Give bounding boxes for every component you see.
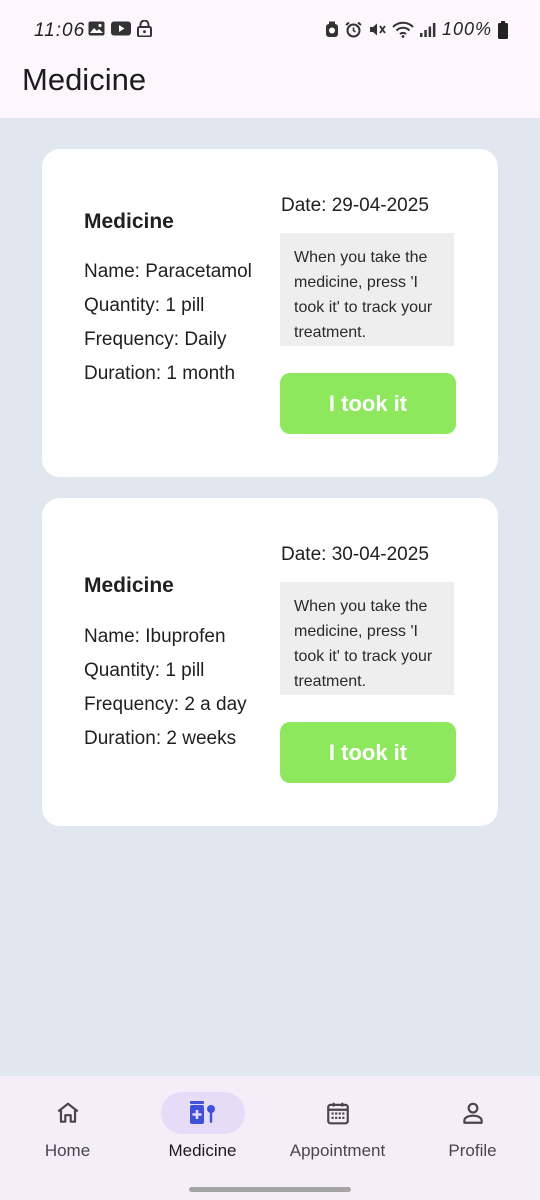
nav-label: Medicine <box>168 1141 237 1160</box>
medicine-icon <box>189 1101 215 1124</box>
person-icon <box>462 1102 483 1124</box>
medicine-details: Name: Ibuprofen Quantity: 1 pill Frequen… <box>84 620 264 756</box>
battery-icon <box>498 20 508 39</box>
medicine-frequency: Frequency: 2 a day <box>84 694 247 715</box>
gallery-icon <box>88 21 105 36</box>
nav-label: Appointment <box>289 1141 386 1160</box>
i-took-it-button[interactable]: I took it <box>280 373 456 434</box>
i-took-it-button[interactable]: I took it <box>280 722 456 783</box>
medicine-quantity: Quantity: 1 pill <box>84 295 205 316</box>
nav-profile[interactable]: Profile <box>405 1076 540 1176</box>
status-left-icons <box>88 20 152 37</box>
bottom-navigation: Home Medicine Appointment Profile <box>0 1076 540 1200</box>
medicine-duration: Duration: 2 weeks <box>84 728 237 749</box>
app-bar: Medicine <box>0 60 540 118</box>
nav-medicine[interactable]: Medicine <box>135 1076 270 1176</box>
status-right-icons: 100% <box>325 19 508 40</box>
medicine-name: Name: Paracetamol <box>84 261 252 282</box>
status-time: 11:06 <box>34 20 86 41</box>
instruction-note: When you take the medicine, press 'I too… <box>280 233 454 346</box>
medicine-frequency: Frequency: Daily <box>84 329 227 350</box>
medicine-card: Medicine Name: Ibuprofen Quantity: 1 pil… <box>42 498 498 826</box>
card-heading: Medicine <box>84 574 174 597</box>
mute-icon <box>369 23 386 36</box>
alarm-icon <box>345 21 362 38</box>
card-heading: Medicine <box>84 210 174 233</box>
home-icon <box>57 1102 78 1123</box>
medicine-name: Name: Ibuprofen <box>84 626 226 647</box>
nav-label: Profile <box>448 1141 497 1160</box>
status-bar: 11:06 100% <box>0 0 540 60</box>
medicine-quantity: Quantity: 1 pill <box>84 660 205 681</box>
medicine-duration: Duration: 1 month <box>84 363 236 384</box>
youtube-icon <box>111 21 131 36</box>
page-title: Medicine <box>22 62 147 97</box>
medicine-date: Date: 30-04-2025 <box>281 544 429 565</box>
instruction-note: When you take the medicine, press 'I too… <box>280 582 454 695</box>
medicine-date: Date: 29-04-2025 <box>281 195 429 216</box>
medicine-details: Name: Paracetamol Quantity: 1 pill Frequ… <box>84 255 264 391</box>
signal-icon <box>419 23 436 37</box>
gesture-bar[interactable] <box>189 1187 351 1192</box>
wifi-icon <box>392 21 414 38</box>
nav-home[interactable]: Home <box>0 1076 135 1176</box>
battery-percentage: 100% <box>441 19 492 39</box>
lock-icon <box>137 20 152 37</box>
nav-label: Home <box>44 1141 91 1160</box>
calendar-icon <box>326 1102 349 1125</box>
nav-appointment[interactable]: Appointment <box>270 1076 405 1176</box>
alarm-app-icon <box>325 21 338 37</box>
active-indicator <box>160 1092 245 1134</box>
medicine-card: Medicine Name: Paracetamol Quantity: 1 p… <box>42 149 498 477</box>
